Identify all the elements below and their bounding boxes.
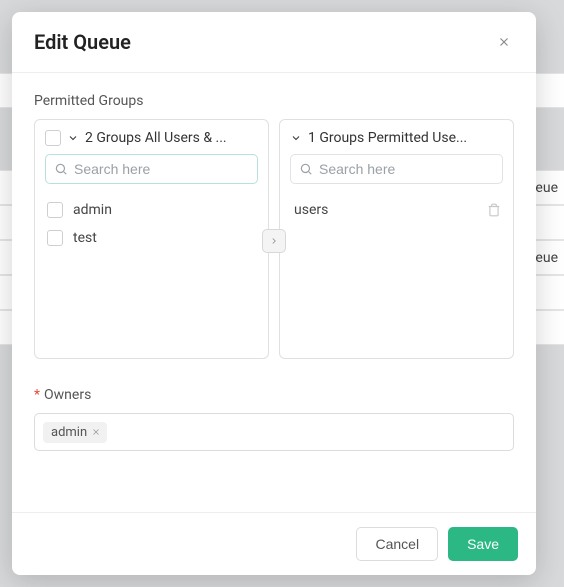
owner-tag[interactable]: admin (43, 422, 107, 443)
item-checkbox[interactable] (47, 202, 63, 218)
available-search[interactable] (45, 154, 258, 184)
permitted-groups-title: 1 Groups Permitted Use... (308, 130, 467, 146)
permitted-items: users (290, 196, 503, 224)
permitted-groups-list: 1 Groups Permitted Use... users (279, 119, 514, 359)
list-item[interactable]: users (290, 196, 503, 224)
owner-tag-label: admin (51, 425, 87, 440)
available-groups-title: 2 Groups All Users & ... (85, 130, 227, 146)
owners-input[interactable]: admin (34, 413, 514, 451)
item-label: admin (73, 202, 112, 218)
available-groups-list: 2 Groups All Users & ... admin test (34, 119, 269, 359)
available-items: admin test (45, 196, 258, 252)
cancel-button[interactable]: Cancel (356, 527, 438, 561)
move-right-button[interactable] (262, 229, 286, 253)
modal-header: Edit Queue (12, 12, 536, 73)
required-indicator: * (34, 387, 40, 403)
permitted-groups-header[interactable]: 1 Groups Permitted Use... (290, 130, 503, 146)
close-icon (497, 35, 511, 49)
modal-title: Edit Queue (34, 30, 131, 54)
permitted-search[interactable] (290, 154, 503, 184)
modal-body: Permitted Groups 2 Groups All Users & ..… (12, 73, 536, 512)
item-label: test (73, 230, 97, 246)
edit-queue-modal: Edit Queue Permitted Groups 2 Groups All… (12, 12, 536, 575)
chevron-down-icon (67, 132, 79, 144)
permitted-search-input[interactable] (319, 161, 494, 177)
owners-label-text: Owners (44, 387, 91, 403)
available-search-input[interactable] (74, 161, 249, 177)
owners-field: *Owners admin (34, 387, 514, 451)
close-button[interactable] (494, 32, 514, 52)
owners-label: *Owners (34, 387, 514, 403)
list-item[interactable]: test (45, 224, 258, 252)
search-icon (54, 162, 68, 176)
permitted-groups-label: Permitted Groups (34, 93, 514, 109)
chevron-down-icon (290, 132, 302, 144)
item-label: users (294, 202, 328, 218)
save-button[interactable]: Save (448, 527, 518, 561)
item-checkbox[interactable] (47, 230, 63, 246)
trash-icon[interactable] (487, 203, 501, 217)
chevron-right-icon (269, 236, 279, 246)
select-all-checkbox[interactable] (45, 130, 61, 146)
transfer-controls (262, 229, 286, 253)
remove-tag-icon[interactable] (91, 427, 101, 437)
dual-listbox: 2 Groups All Users & ... admin test (34, 119, 514, 359)
search-icon (299, 162, 313, 176)
available-groups-header[interactable]: 2 Groups All Users & ... (45, 130, 258, 146)
modal-footer: Cancel Save (12, 512, 536, 575)
list-item[interactable]: admin (45, 196, 258, 224)
